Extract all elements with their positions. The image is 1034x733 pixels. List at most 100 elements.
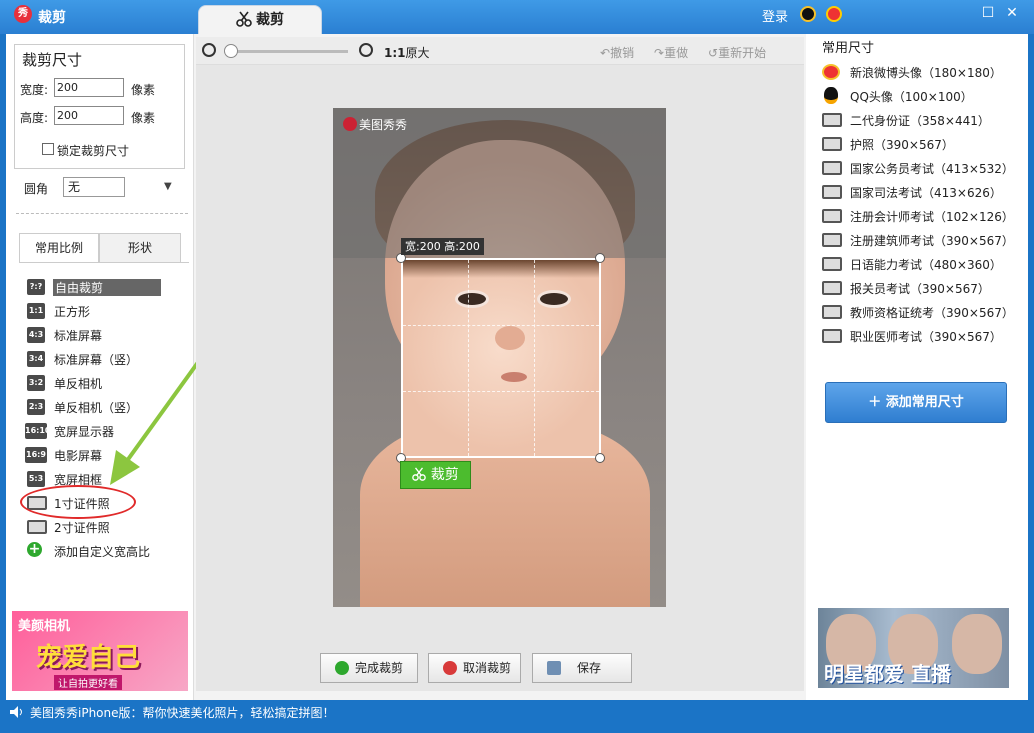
crop-eye-right xyxy=(537,290,571,308)
ratio-badge: 4:3 xyxy=(27,327,45,343)
ratio-badge: 16:9 xyxy=(25,447,47,463)
zoom-in-icon[interactable] xyxy=(359,43,373,57)
right-ad-banner[interactable]: 明星都爱 直播 xyxy=(818,608,1009,688)
add-common-size-label: 添加常用尺寸 xyxy=(885,395,964,410)
size-item-physician[interactable]: 职业医师考试（390×567） xyxy=(822,327,1022,345)
grid-line xyxy=(468,260,469,456)
height-unit: 像素 xyxy=(131,111,156,125)
size-label: 日语能力考试（480×360） xyxy=(850,258,1002,272)
redo-button[interactable]: ↷重做 xyxy=(654,44,688,61)
lock-size-label: 锁定裁剪尺寸 xyxy=(57,144,130,158)
ratio-badge: 2:3 xyxy=(27,399,45,415)
close-icon[interactable]: ✕ xyxy=(1004,6,1020,22)
crop-size-heading: 裁剪尺寸 xyxy=(22,51,83,69)
speaker-icon xyxy=(10,706,22,718)
size-item-weibo[interactable]: 新浪微博头像（180×180） xyxy=(822,63,1022,81)
status-message[interactable]: 美图秀秀iPhone版：帮你快速美化照片，轻松搞定拼图！ xyxy=(30,704,335,721)
actual-size-button[interactable]: 1:1原大 xyxy=(384,44,430,61)
size-label: 报关员考试（390×567） xyxy=(850,282,990,296)
ad-brand: 美颜相机 xyxy=(18,619,71,634)
zoom-slider-handle[interactable] xyxy=(224,44,238,58)
crop-handle-bottom-right[interactable] xyxy=(595,453,605,463)
apply-crop-label: 裁剪 xyxy=(430,467,459,483)
watermark-text: 美图秀秀 xyxy=(359,118,408,132)
finish-crop-button[interactable]: 完成裁剪 xyxy=(320,653,418,683)
app-logo-icon: 秀 xyxy=(14,5,32,23)
restart-label: 重新开始 xyxy=(718,46,767,60)
ratio-label: 2寸证件照 xyxy=(54,521,110,535)
size-item-customs[interactable]: 报关员考试（390×567） xyxy=(822,279,1022,297)
cancel-crop-label: 取消裁剪 xyxy=(463,661,512,675)
ratio-badge: 3:4 xyxy=(27,351,45,367)
zoom-slider-track[interactable] xyxy=(226,50,348,53)
size-item-teacher[interactable]: 教师资格证统考（390×567） xyxy=(822,303,1022,321)
add-common-size-button[interactable]: ＋ 添加常用尺寸 xyxy=(825,382,1007,423)
ratio-item-2-inch-photo[interactable]: 2寸证件照 xyxy=(27,518,187,536)
qq-icon[interactable] xyxy=(800,6,816,22)
size-label: 新浪微博头像（180×180） xyxy=(850,66,1002,80)
weibo-icon[interactable] xyxy=(826,6,842,22)
height-input[interactable]: 200 xyxy=(54,106,124,125)
finish-crop-label: 完成裁剪 xyxy=(355,661,404,675)
size-label: 二代身份证（358×441） xyxy=(850,114,990,128)
ad-subtitle: 让自拍更好看 xyxy=(54,675,122,690)
ratio-label: 正方形 xyxy=(54,305,91,319)
crop-selection[interactable] xyxy=(401,258,601,458)
ratio-label: 单反相机 xyxy=(54,377,103,391)
cancel-crop-button[interactable]: 取消裁剪 xyxy=(428,653,521,683)
width-label: 宽度: xyxy=(20,83,49,97)
add-icon: + xyxy=(27,541,42,557)
crop-nose xyxy=(495,326,525,350)
left-ad-banner[interactable]: 美颜相机 宠爱自己 让自拍更好看 xyxy=(12,611,188,691)
redo-icon: ↷ xyxy=(654,46,665,60)
size-item-cpa[interactable]: 注册会计师考试（102×126） xyxy=(822,207,1022,225)
save-icon xyxy=(547,661,561,675)
annotation-circle xyxy=(20,485,136,519)
save-button[interactable]: 保存 xyxy=(532,653,632,683)
ad-text: 明星都爱 直播 xyxy=(824,662,951,686)
size-item-civil-service[interactable]: 国家公务员考试（413×532） xyxy=(822,159,1022,177)
crop-handle-top-right[interactable] xyxy=(595,253,605,263)
ratio-item-add-custom[interactable]: + 添加自定义宽高比 xyxy=(27,542,187,560)
size-item-jlpt[interactable]: 日语能力考试（480×360） xyxy=(822,255,1022,273)
size-item-id-card[interactable]: 二代身份证（358×441） xyxy=(822,111,1022,129)
ad-slogan: 宠爱自己 xyxy=(36,643,141,673)
apply-crop-button[interactable]: 裁剪 xyxy=(400,461,471,489)
size-label: 注册建筑师考试（390×567） xyxy=(850,234,1014,248)
tab-common-ratios[interactable]: 常用比例 xyxy=(19,233,99,263)
corner-select[interactable]: 无▼ xyxy=(63,177,172,197)
size-label: 国家司法考试（413×626） xyxy=(850,186,1002,200)
zoom-out-icon[interactable] xyxy=(202,43,216,57)
crop-eye-left xyxy=(455,290,489,308)
grid-line xyxy=(403,391,599,392)
undo-label: 撤销 xyxy=(610,46,635,60)
id-card-icon xyxy=(822,281,842,295)
restart-button[interactable]: ↺重新开始 xyxy=(708,44,766,61)
actual-size-label: 原大 xyxy=(405,46,430,60)
title-bar xyxy=(0,0,1034,34)
id-card-icon xyxy=(822,233,842,247)
size-item-qq[interactable]: QQ头像（100×100） xyxy=(822,87,1022,105)
undo-button[interactable]: ↶撤销 xyxy=(600,44,634,61)
scissors-icon xyxy=(412,467,427,481)
width-input[interactable]: 200 xyxy=(54,78,124,97)
lock-size-checkbox[interactable] xyxy=(42,143,54,155)
ratio-label: 电影屏幕 xyxy=(54,449,103,463)
size-item-passport[interactable]: 护照（390×567） xyxy=(822,135,1022,153)
id-card-icon xyxy=(822,305,842,319)
undo-icon: ↶ xyxy=(600,46,611,60)
cancel-icon xyxy=(443,661,457,675)
size-item-architect[interactable]: 注册建筑师考试（390×567） xyxy=(822,231,1022,249)
login-link[interactable]: 登录 xyxy=(762,6,788,25)
tab-crop[interactable]: 裁剪 xyxy=(198,5,322,35)
watermark: 美图秀秀 xyxy=(343,116,407,133)
ratio-label: 标准屏幕 xyxy=(54,329,103,343)
size-label: 教师资格证统考（390×567） xyxy=(850,306,1014,320)
maximize-icon[interactable]: ☐ xyxy=(980,6,996,22)
size-item-judicial[interactable]: 国家司法考试（413×626） xyxy=(822,183,1022,201)
ratio-badge: 16:10 xyxy=(25,423,50,439)
crop-mouth xyxy=(501,372,527,382)
id-card-icon xyxy=(822,329,842,343)
size-label: 注册会计师考试（102×126） xyxy=(850,210,1014,224)
actual-size-ratio: 1:1 xyxy=(384,46,406,60)
